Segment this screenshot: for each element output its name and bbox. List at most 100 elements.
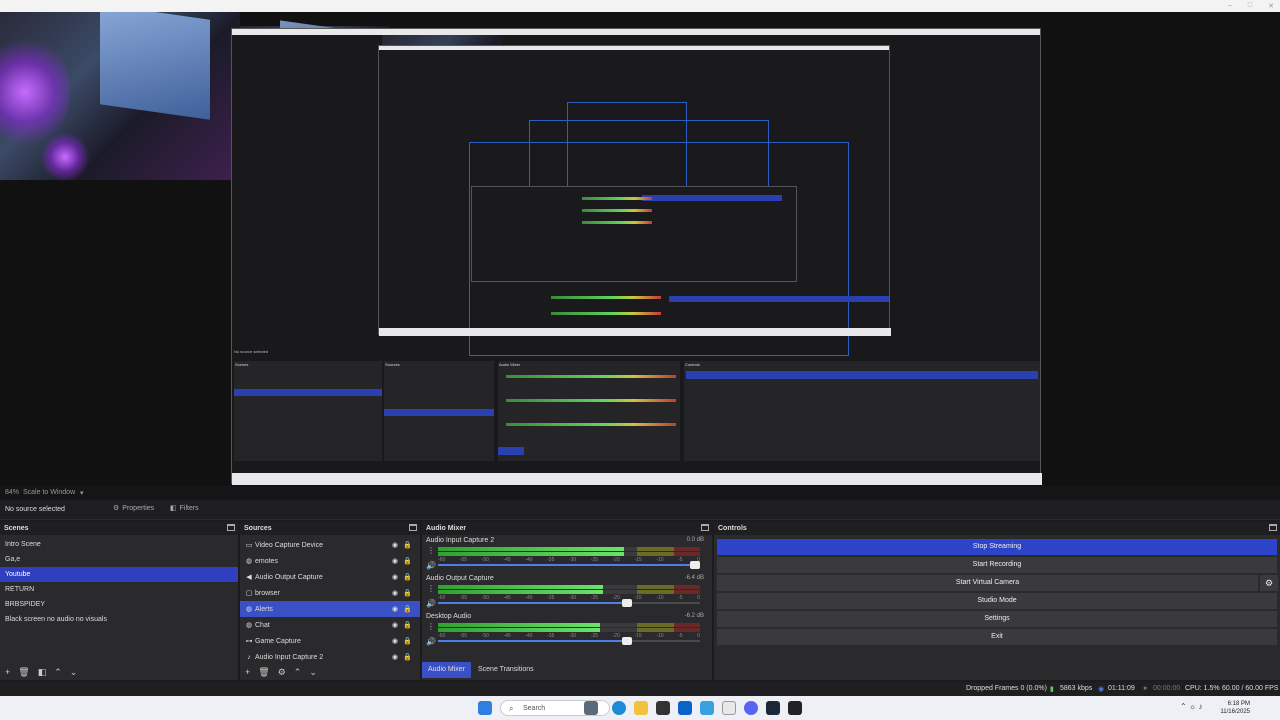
source-item[interactable]: ⊶ Game Capture ◉ 🔒 bbox=[240, 633, 420, 649]
slider-knob[interactable] bbox=[621, 599, 632, 607]
undock-icon[interactable] bbox=[409, 524, 417, 531]
start-recording-button[interactable]: Start Recording bbox=[717, 557, 1277, 573]
source-item[interactable]: ♪ Audio Input Capture 2 ◉ 🔒 bbox=[240, 649, 420, 665]
add-icon[interactable]: + bbox=[5, 667, 10, 677]
taskbar-clock[interactable]: 6:18 PM 11/16/2025 bbox=[1220, 700, 1250, 716]
globe-icon: ◍ bbox=[245, 622, 253, 629]
minimize-icon[interactable]: – bbox=[1228, 2, 1232, 10]
speaker-icon[interactable]: 🔊 bbox=[426, 637, 436, 646]
source-item[interactable]: ▢ browser ◉ 🔒 bbox=[240, 585, 420, 601]
kebab-menu-icon[interactable]: ⋮ bbox=[427, 546, 435, 555]
widget-icon[interactable] bbox=[584, 701, 598, 715]
slider-knob[interactable] bbox=[621, 637, 632, 645]
gear-icon[interactable]: ⚙ bbox=[1260, 575, 1278, 591]
studio-mode-button[interactable]: Studio Mode bbox=[717, 593, 1277, 609]
source-item[interactable]: ◍ emotes ◉ 🔒 bbox=[240, 553, 420, 569]
scene-item[interactable]: Ga,e bbox=[0, 552, 238, 567]
kebab-menu-icon[interactable]: ⋮ bbox=[427, 584, 435, 593]
source-item-selected[interactable]: ◍ Alerts ◉ 🔒 bbox=[240, 601, 420, 617]
meter-tick-label: -40 bbox=[525, 633, 533, 639]
nested-taskbar bbox=[232, 473, 1042, 485]
nested-mixer-dock: Audio Mixer bbox=[498, 361, 680, 461]
speaker-icon[interactable]: 🔊 bbox=[426, 561, 436, 570]
scale-dropdown[interactable]: Scale to Window bbox=[23, 489, 75, 496]
window-icon: ▢ bbox=[245, 590, 253, 597]
eye-icon[interactable]: ◉ bbox=[392, 541, 398, 549]
lock-icon[interactable]: 🔒 bbox=[403, 541, 412, 549]
filter-icon[interactable]: ◧ bbox=[38, 667, 47, 677]
app-icon[interactable] bbox=[722, 701, 736, 715]
filters-button[interactable]: ◧ Filters bbox=[170, 504, 199, 513]
trash-icon[interactable]: 🗑 bbox=[18, 667, 29, 677]
outlook-icon[interactable] bbox=[678, 701, 692, 715]
meter-tick-label: -30 bbox=[568, 557, 577, 563]
start-virtual-camera-button[interactable]: Start Virtual Camera ⚙ bbox=[717, 575, 1278, 591]
channel-name: Audio Output Capture bbox=[426, 575, 494, 582]
meter-tick-label: -35 bbox=[547, 595, 555, 601]
gear-icon[interactable]: ⚙ bbox=[278, 667, 286, 677]
mixer-channel: Audio Output Capture -6.4 dB ⋮ -60 -55 -50 -45… bbox=[422, 573, 712, 611]
undock-icon[interactable] bbox=[227, 524, 235, 531]
lock-icon[interactable]: 🔒 bbox=[403, 557, 412, 565]
eye-icon[interactable]: ◉ bbox=[392, 637, 398, 645]
close-icon[interactable]: ✕ bbox=[1268, 2, 1274, 10]
nested-sources-dock: Sources bbox=[384, 361, 494, 461]
lock-icon[interactable]: 🔒 bbox=[403, 653, 412, 661]
move-up-icon[interactable]: ⌃ bbox=[294, 667, 302, 677]
edge-icon[interactable] bbox=[612, 701, 626, 715]
slider-knob[interactable] bbox=[690, 561, 700, 569]
calculator-icon[interactable] bbox=[656, 701, 670, 715]
preview-canvas[interactable]: No source selected Scenes Sources Audio … bbox=[0, 12, 1280, 486]
chevron-down-icon[interactable]: ▾ bbox=[80, 489, 84, 497]
volume-slider[interactable] bbox=[438, 561, 700, 569]
obs-icon[interactable] bbox=[788, 701, 802, 715]
move-up-icon[interactable]: ⌃ bbox=[54, 667, 62, 677]
volume-slider[interactable] bbox=[438, 637, 700, 645]
scene-item[interactable]: Black screen no audio no visuals bbox=[0, 612, 238, 627]
volume-slider[interactable] bbox=[438, 599, 700, 607]
nested-scenes-dock: Scenes bbox=[234, 361, 382, 461]
lock-icon[interactable]: 🔒 bbox=[403, 573, 412, 581]
start-icon[interactable] bbox=[478, 701, 492, 715]
settings-button[interactable]: Settings bbox=[717, 611, 1277, 627]
undock-icon[interactable] bbox=[1269, 524, 1277, 531]
eye-icon[interactable]: ◉ bbox=[392, 621, 398, 629]
lock-icon[interactable]: 🔒 bbox=[403, 589, 412, 597]
vscode-icon[interactable] bbox=[700, 701, 714, 715]
system-tray-icons[interactable]: ⌃ ☼ ♪ bbox=[1180, 702, 1202, 711]
discord-icon[interactable] bbox=[744, 701, 758, 715]
meter-tick-label: -50 bbox=[481, 595, 489, 601]
steam-icon[interactable] bbox=[766, 701, 780, 715]
controls-dock: Controls Stop Streaming Start Recording … bbox=[714, 522, 1280, 680]
source-item[interactable]: ▭ Video Capture Device ◉ 🔒 bbox=[240, 537, 420, 553]
eye-icon[interactable]: ◉ bbox=[392, 557, 398, 565]
folder-icon[interactable] bbox=[634, 701, 648, 715]
exit-button[interactable]: Exit bbox=[717, 629, 1277, 645]
move-down-icon[interactable]: ⌄ bbox=[70, 667, 78, 677]
stop-streaming-button[interactable]: Stop Streaming bbox=[717, 539, 1277, 555]
sources-title: Sources bbox=[244, 525, 272, 532]
scene-item-selected[interactable]: Youtube bbox=[0, 567, 238, 582]
source-item[interactable]: ◀ Audio Output Capture ◉ 🔒 bbox=[240, 569, 420, 585]
source-item[interactable]: ◍ Chat ◉ 🔒 bbox=[240, 617, 420, 633]
tab-scene-transitions[interactable]: Scene Transitions bbox=[472, 662, 540, 678]
move-down-icon[interactable]: ⌄ bbox=[309, 667, 317, 677]
tab-audio-mixer[interactable]: Audio Mixer bbox=[422, 662, 471, 678]
speaker-icon[interactable]: 🔊 bbox=[426, 599, 436, 608]
eye-icon[interactable]: ◉ bbox=[392, 573, 398, 581]
eye-icon[interactable]: ◉ bbox=[392, 653, 398, 661]
eye-icon[interactable]: ◉ bbox=[392, 589, 398, 597]
undock-icon[interactable] bbox=[701, 524, 709, 531]
properties-button[interactable]: ⚙ Properties bbox=[113, 504, 154, 513]
scene-item[interactable]: Intro Scene bbox=[0, 537, 238, 552]
eye-icon[interactable]: ◉ bbox=[392, 605, 398, 613]
lock-icon[interactable]: 🔒 bbox=[403, 621, 412, 629]
add-icon[interactable]: + bbox=[245, 667, 250, 677]
scene-item[interactable]: RETURN bbox=[0, 582, 238, 597]
maximize-icon[interactable]: □ bbox=[1248, 2, 1252, 10]
kebab-menu-icon[interactable]: ⋮ bbox=[427, 622, 435, 631]
trash-icon[interactable]: 🗑 bbox=[258, 667, 269, 677]
lock-icon[interactable]: 🔒 bbox=[403, 605, 412, 613]
lock-icon[interactable]: 🔒 bbox=[403, 637, 412, 645]
scene-item[interactable]: BRBSPIDEY bbox=[0, 597, 238, 612]
